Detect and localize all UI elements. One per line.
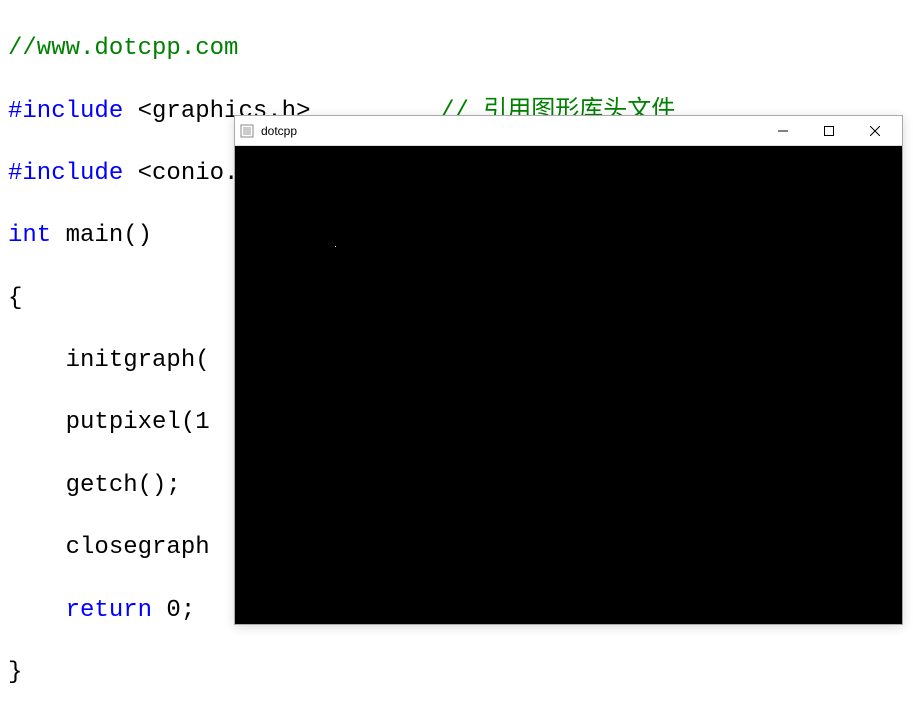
- return-keyword: return: [66, 597, 152, 624]
- window-title-text: dotcpp: [261, 124, 760, 138]
- include-directive: #include: [8, 98, 123, 125]
- app-icon: [239, 123, 255, 139]
- main-func: main(): [51, 222, 152, 249]
- angle-open: <: [123, 98, 152, 125]
- initgraph-call: initgraph(: [66, 347, 210, 374]
- close-brace: }: [8, 659, 22, 686]
- angle-open: <: [123, 160, 152, 187]
- graphics-output-window[interactable]: dotcpp: [234, 115, 903, 625]
- close-button[interactable]: [852, 116, 898, 146]
- window-controls: [760, 116, 898, 145]
- closegraph-call: closegraph: [66, 534, 210, 561]
- open-brace: {: [8, 285, 22, 312]
- code-line-11: }: [8, 657, 905, 688]
- int-keyword: int: [8, 222, 51, 249]
- graphics-canvas: [235, 146, 902, 624]
- maximize-button[interactable]: [806, 116, 852, 146]
- minimize-button[interactable]: [760, 116, 806, 146]
- window-titlebar[interactable]: dotcpp: [235, 116, 902, 146]
- drawn-pixel: [335, 246, 336, 247]
- include-directive: #include: [8, 160, 123, 187]
- code-line-1: //www.dotcpp.com: [8, 33, 905, 64]
- getch-call: getch();: [66, 472, 181, 499]
- putpixel-call: putpixel(1: [66, 409, 210, 436]
- url-comment: //www.dotcpp.com: [8, 35, 238, 62]
- return-value: 0;: [152, 597, 195, 624]
